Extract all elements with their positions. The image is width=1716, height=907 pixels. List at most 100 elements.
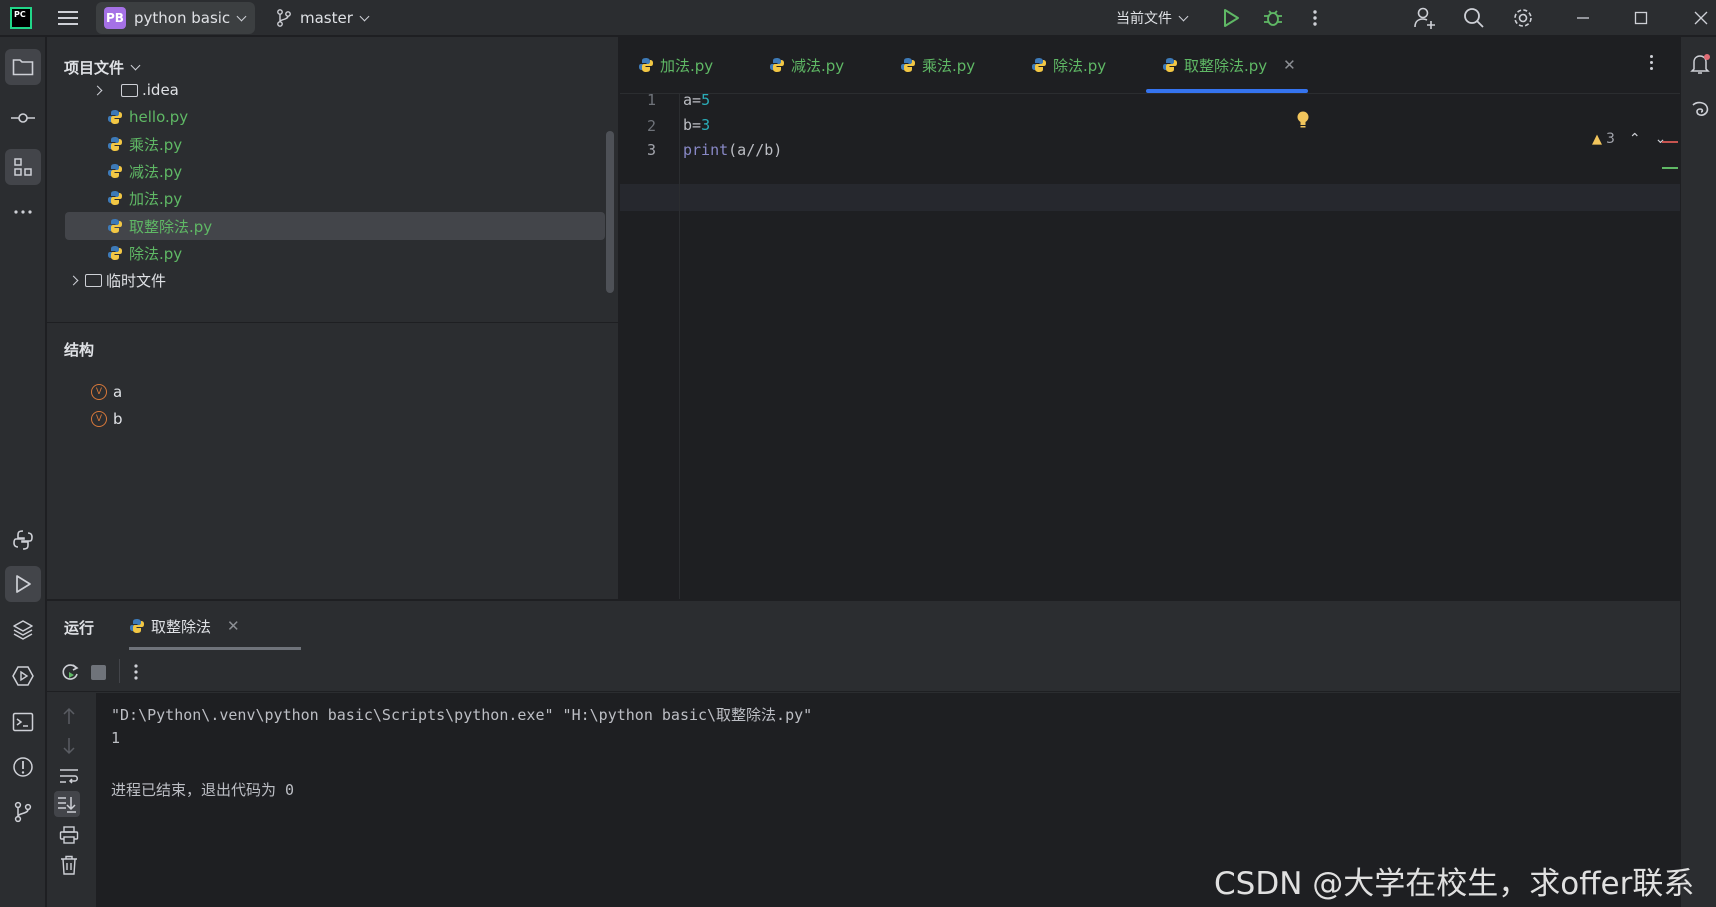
code-token: = [692,91,702,109]
python-console-button[interactable] [5,522,41,558]
structure-item-label: a [113,383,123,401]
print-icon[interactable] [59,826,79,844]
arrow-down-icon[interactable] [62,737,76,755]
close-tab-icon[interactable]: ✕ [1283,56,1296,74]
stop-icon[interactable] [91,665,106,680]
run-tool-button[interactable] [5,566,41,602]
settings-button[interactable] [1508,0,1538,36]
add-user-button[interactable] [1410,0,1440,36]
close-tab-icon[interactable]: ✕ [227,617,240,635]
tab-label: 加法.py [660,56,714,75]
code-line-1[interactable]: a=5 [683,91,710,109]
error-stripe-marker[interactable] [1662,141,1678,143]
scroll-to-end-button[interactable] [54,791,80,817]
tree-item-floordiv-py[interactable]: 取整除法.py [65,212,605,240]
commit-tool-button[interactable] [5,100,41,136]
tree-item-divide-py[interactable]: 除法.py [65,239,605,267]
run-toolbar [47,651,1680,692]
run-icon [1224,9,1239,27]
tab-actions-more-icon[interactable] [1650,55,1653,70]
line-number: 1 [646,91,656,109]
run-config-label: 当前文件 [1116,11,1172,27]
python-console-icon [13,530,33,550]
more-vertical-icon[interactable] [134,663,138,681]
maximize-button[interactable] [1626,0,1656,36]
tree-item-scratches[interactable]: 临时文件 [65,266,605,294]
arrow-up-icon[interactable] [62,707,76,725]
branch-selector[interactable]: master [276,0,370,36]
python-file-icon [769,57,785,73]
run-config-selector[interactable]: 当前文件 [1116,0,1189,36]
structure-item-b[interactable]: V b [91,410,123,428]
run-tab[interactable]: 取整除法 ✕ [129,601,240,651]
panel-divider[interactable] [47,322,619,323]
change-stripe-marker[interactable] [1662,167,1678,169]
code-line-3[interactable]: print(a//b) [683,141,782,159]
chevron-down-icon[interactable]: ⌄ [1655,131,1667,147]
more-tools-button[interactable] [5,194,41,230]
warning-count: 3 [1606,131,1615,147]
variable-icon: V [91,411,107,427]
chevron-right-icon [68,275,78,285]
inspection-widget[interactable]: ▲ 3 ⌃ ⌄ [1592,131,1666,147]
tree-item-idea[interactable]: .idea [65,76,605,104]
chevron-up-icon[interactable]: ⌃ [1629,131,1641,147]
tree-item-hello-py[interactable]: hello.py [65,103,605,131]
tree-item-label: .idea [142,81,179,99]
code-token: = [692,116,702,134]
rerun-button[interactable] [60,662,80,682]
project-tree-scrollbar[interactable] [606,131,614,293]
tree-item-add-py[interactable]: 加法.py [65,184,605,212]
search-icon [1464,8,1484,28]
tab-label: 减法.py [791,56,845,75]
more-actions-button[interactable] [1300,0,1330,36]
folder-icon [121,83,138,97]
tab-label: 乘法.py [922,56,976,75]
tree-item-label: 加法.py [129,189,183,208]
structure-item-a[interactable]: V a [91,383,122,401]
debug-button[interactable] [1258,0,1288,36]
main-menu-icon[interactable] [58,0,84,36]
tab-multiply-py[interactable]: 乘法.py [900,37,975,93]
python-file-icon [107,109,123,125]
services-tool-button[interactable] [5,658,41,694]
notifications-button[interactable] [1689,53,1711,75]
close-icon [1694,11,1708,25]
structure-tool-button[interactable] [5,149,41,185]
run-button[interactable] [1216,0,1246,36]
chevron-down-icon [359,11,370,21]
pycharm-logo-icon[interactable] [10,0,34,36]
tab-divide-py[interactable]: 除法.py [1031,37,1106,93]
console-line: "D:\Python\.venv\python basic\Scripts\py… [111,706,813,724]
project-panel-title: 项目文件 [64,59,125,77]
more-horizontal-icon [14,210,32,214]
tree-item-multiply-py[interactable]: 乘法.py [65,130,605,158]
terminal-tool-button[interactable] [5,704,41,740]
close-window-button[interactable] [1686,0,1716,36]
tab-subtract-py[interactable]: 减法.py [769,37,844,93]
active-tab-indicator [129,647,301,650]
ai-assistant-button[interactable] [1689,99,1711,121]
code-token: 5 [701,91,711,109]
git-branch-icon [277,9,291,27]
git-tool-button[interactable] [5,794,41,830]
tab-floordiv-py[interactable]: 取整除法.py ✕ [1162,37,1296,93]
trash-icon[interactable] [60,855,78,875]
code-line-2[interactable]: b=3 [683,116,710,134]
lightbulb-icon[interactable] [1296,111,1310,129]
tree-item-subtract-py[interactable]: 减法.py [65,157,605,185]
tab-add-py[interactable]: 加法.py [638,37,713,93]
search-button[interactable] [1459,0,1489,36]
rerun-icon [62,664,79,680]
python-packages-button[interactable] [5,612,41,648]
minimize-button[interactable] [1568,0,1598,36]
project-tool-button[interactable] [5,49,41,85]
problems-tool-button[interactable] [5,749,41,785]
python-file-icon [1162,57,1178,73]
soft-wrap-icon[interactable] [59,767,79,785]
python-file-icon [107,218,123,234]
chevron-down-icon [1178,11,1189,21]
python-file-icon [900,57,916,73]
project-panel-header[interactable]: 项目文件 [64,57,141,78]
project-selector[interactable]: PB python basic [96,2,256,34]
